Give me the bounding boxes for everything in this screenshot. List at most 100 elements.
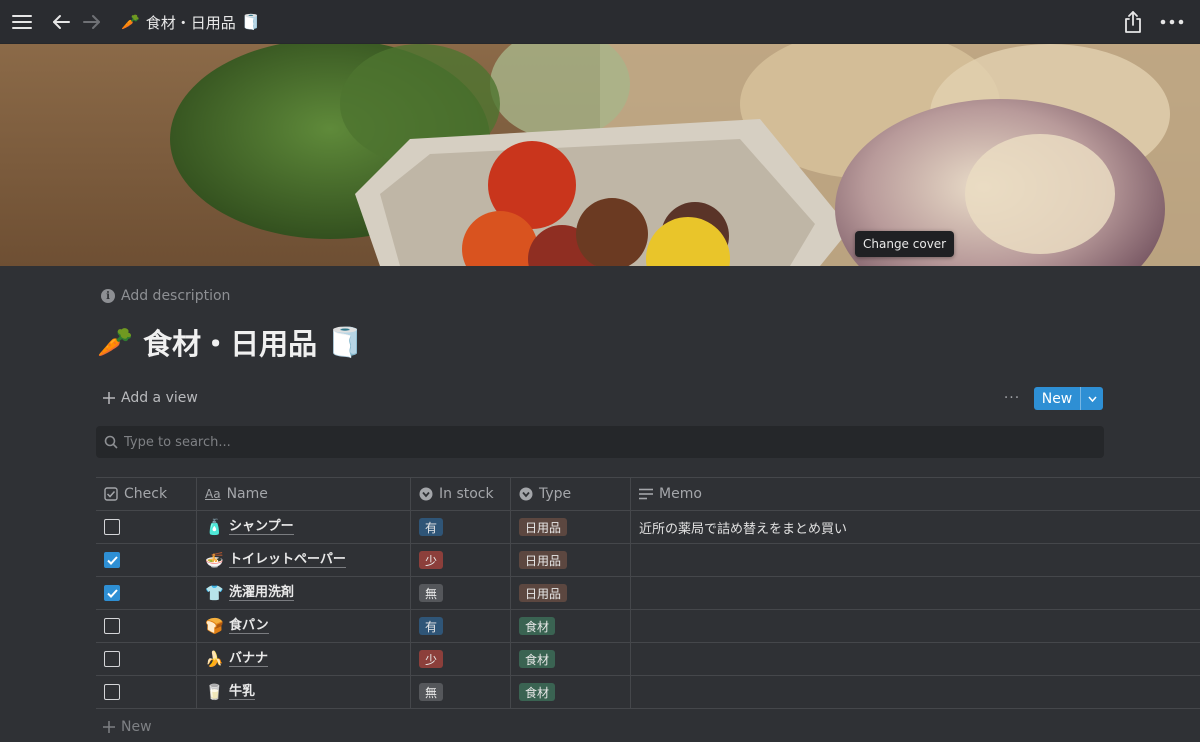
memo-cell[interactable] [631,610,1200,642]
search-bar [96,426,1104,458]
name-cell[interactable]: 👕 洗濯用洗剤 [197,577,411,609]
bread-icon: 🍞 [205,617,224,635]
column-header-name[interactable]: Aa Name [197,478,411,510]
item-name: 洗濯用洗剤 [229,585,295,601]
memo-cell[interactable] [631,643,1200,675]
in-stock-cell[interactable]: 無 [411,577,511,609]
more-options-icon[interactable] [1159,12,1185,32]
memo-text: 近所の薬局で詰め替えをまとめ買い [639,521,848,537]
shirt-icon: 👕 [205,584,224,602]
column-header-label: In stock [439,486,494,502]
check-cell [96,643,197,675]
row-checkbox[interactable] [104,519,120,535]
shampoo-icon: 🧴 [205,518,224,536]
name-cell[interactable]: 🍞 食パン [197,610,411,642]
change-cover-button[interactable]: Change cover [855,231,955,257]
column-header-label: Memo [659,486,702,502]
type-cell[interactable]: 日用品 [511,544,631,576]
carrot-icon: 🥕 [97,324,134,359]
type-cell[interactable]: 食材 [511,643,631,675]
toilet-paper-icon: 🧻 [327,324,364,359]
back-arrow-icon[interactable] [49,10,73,34]
plus-icon [103,392,115,404]
breadcrumb-title[interactable]: 🥕 食材・日用品 🧻 [121,0,260,44]
new-button[interactable]: New [1034,387,1080,410]
share-icon[interactable] [1121,9,1145,35]
item-name: シャンプー [229,519,294,535]
in-stock-cell[interactable]: 有 [411,511,511,543]
type-tag: 食材 [519,650,556,668]
type-tag: 食材 [519,683,556,701]
type-cell[interactable]: 食材 [511,676,631,708]
view-more-options-icon[interactable]: ··· [1003,389,1021,407]
new-button-group: New [1034,387,1103,410]
carrot-icon: 🥕 [121,13,140,31]
memo-cell[interactable] [631,544,1200,576]
stock-tag: 有 [419,617,444,635]
table-row[interactable]: 🧴 シャンプー 有 日用品 近所の薬局で詰め替えをまとめ買い [96,511,1200,544]
info-icon: i [101,289,115,303]
column-header-check[interactable]: Check [96,478,197,510]
name-cell[interactable]: 🍜 トイレットペーパー [197,544,411,576]
type-cell[interactable]: 食材 [511,610,631,642]
table-row[interactable]: 🍜 トイレットペーパー 少 日用品 [96,544,1200,577]
add-description-label: Add description [121,288,231,304]
menu-icon[interactable] [10,10,34,34]
memo-cell[interactable]: 近所の薬局で詰め替えをまとめ買い [631,511,1200,543]
item-name: 食パン [229,618,269,634]
add-view-label: Add a view [121,390,198,406]
table-row[interactable]: 🍌 バナナ 少 食材 [96,643,1200,676]
column-header-type[interactable]: Type [511,478,631,510]
in-stock-cell[interactable]: 無 [411,676,511,708]
add-new-row-button[interactable]: New [103,717,152,737]
new-dropdown-button[interactable] [1080,387,1103,410]
top-bar: 🥕 食材・日用品 🧻 [0,0,1200,44]
column-header-label: Type [539,486,572,502]
chevron-down-icon [1087,396,1097,402]
checkmark-icon [106,555,118,565]
row-checkbox[interactable] [104,552,120,568]
vegetables-photo [0,44,1200,266]
database-table: Check Aa Name In stock Type Memo 🧴 シャンプー… [96,477,1200,709]
text-aa-icon: Aa [205,487,221,501]
column-header-memo[interactable]: Memo [631,478,1200,510]
search-input[interactable] [124,434,1024,450]
breadcrumb-page-title: 食材・日用品 [145,13,236,32]
type-cell[interactable]: 日用品 [511,577,631,609]
table-row[interactable]: 🥛 牛乳 無 食材 [96,676,1200,709]
name-cell[interactable]: 🧴 シャンプー [197,511,411,543]
bowl-icon: 🍜 [205,551,224,569]
type-tag: 食材 [519,617,556,635]
add-description-button[interactable]: i Add description [101,286,230,306]
add-new-label: New [121,719,152,735]
table-header-row: Check Aa Name In stock Type Memo [96,478,1200,511]
page-title[interactable]: 🥕 食材・日用品 🧻 [97,320,363,364]
memo-cell[interactable] [631,577,1200,609]
column-header-label: Name [226,486,268,502]
name-cell[interactable]: 🍌 バナナ [197,643,411,675]
in-stock-cell[interactable]: 有 [411,610,511,642]
add-view-button[interactable]: Add a view [103,388,198,408]
in-stock-cell[interactable]: 少 [411,643,511,675]
select-icon [519,487,533,501]
type-cell[interactable]: 日用品 [511,511,631,543]
table-row[interactable]: 🍞 食パン 有 食材 [96,610,1200,643]
in-stock-cell[interactable]: 少 [411,544,511,576]
check-cell [96,610,197,642]
memo-cell[interactable] [631,676,1200,708]
stock-tag: 少 [419,650,444,668]
column-header-in-stock[interactable]: In stock [411,478,511,510]
milk-glass-icon: 🥛 [205,683,224,701]
table-row[interactable]: 👕 洗濯用洗剤 無 日用品 [96,577,1200,610]
type-tag: 日用品 [519,518,568,536]
forward-arrow-icon[interactable] [80,10,104,34]
check-cell [96,511,197,543]
row-checkbox[interactable] [104,618,120,634]
row-checkbox[interactable] [104,585,120,601]
plus-icon [103,721,115,733]
item-name: 牛乳 [229,684,256,700]
row-checkbox[interactable] [104,684,120,700]
name-cell[interactable]: 🥛 牛乳 [197,676,411,708]
row-checkbox[interactable] [104,651,120,667]
item-name: トイレットペーパー [229,552,346,568]
